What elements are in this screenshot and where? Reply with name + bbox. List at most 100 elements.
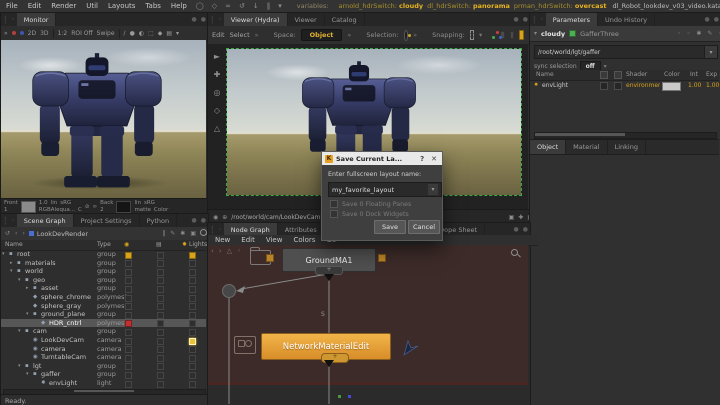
scene-graph-row[interactable]: ▸ ▪ asset group: [1, 284, 206, 293]
parameters-tab[interactable]: Parameters: [546, 13, 598, 26]
selection-mode-button[interactable]: [404, 30, 409, 41]
distant-node-blue[interactable]: [348, 395, 351, 398]
node-graph-menu-item[interactable]: Edit: [239, 236, 257, 244]
expander-icon[interactable]: ▸: [10, 259, 13, 268]
proxy-checkbox[interactable]: [157, 303, 164, 310]
space-mode-button[interactable]: Object: [301, 29, 343, 41]
proxy-checkbox[interactable]: [157, 295, 164, 302]
display-options-caret-icon[interactable]: ▾: [176, 30, 179, 37]
view-2d-button[interactable]: 2D: [28, 30, 36, 37]
translate-tool-icon[interactable]: ✚: [214, 70, 221, 79]
render-visibility-checkbox[interactable]: [125, 295, 132, 302]
annotate-circle-icon[interactable]: ◐: [139, 30, 144, 37]
col-shader-header[interactable]: Shader: [626, 71, 647, 78]
render-visibility-checkbox[interactable]: [125, 355, 132, 362]
light-link-checkbox[interactable]: [189, 372, 196, 379]
render-column-icon[interactable]: ◉: [124, 241, 129, 248]
param-toolbar-icon[interactable]: ✱: [695, 30, 702, 37]
select-menu[interactable]: Select: [230, 31, 250, 39]
exposure-value[interactable]: 1.00: [706, 82, 719, 89]
networkmaterialedit-output-port[interactable]: [378, 254, 386, 262]
render-visibility-checkbox[interactable]: [125, 286, 132, 293]
annotate-dot-icon[interactable]: ●: [130, 30, 135, 37]
proxy-checkbox[interactable]: [157, 363, 164, 370]
viewer-option-icon[interactable]: [510, 31, 515, 39]
scene-graph-row[interactable]: ▾ ▪ cam group: [1, 327, 206, 336]
refresh-icon[interactable]: ↺: [238, 2, 246, 10]
scene-graph-row[interactable]: ◉ LookDevCam camera: [1, 336, 206, 345]
light-link-checkbox[interactable]: [189, 320, 196, 327]
location-name[interactable]: sphere_chrome: [41, 293, 91, 302]
render-visibility-checkbox[interactable]: [125, 363, 132, 370]
node-graph-menu-item[interactable]: Colors: [291, 236, 317, 244]
download-icon[interactable]: ↓: [252, 2, 260, 10]
mute-checkbox[interactable]: [600, 82, 608, 90]
eye-icon[interactable]: ◉: [213, 214, 218, 221]
back-buffer-swatch[interactable]: [116, 201, 131, 213]
node-viewed-indicator[interactable]: [569, 30, 576, 37]
pane-menu-icon[interactable]: ◦: [9, 16, 17, 23]
lights-column-header[interactable]: Lights: [189, 241, 207, 248]
proxy-checkbox[interactable]: [157, 372, 164, 379]
pane-grip-icon[interactable]: ┆: [1, 16, 9, 24]
light-link-checkbox[interactable]: [189, 286, 196, 293]
pane-close-icon[interactable]: ●: [521, 226, 530, 233]
location-name[interactable]: world: [25, 267, 43, 276]
edit-icon[interactable]: ✎: [169, 230, 176, 237]
save-button[interactable]: Save: [374, 220, 406, 234]
crop-icon[interactable]: ⬚: [148, 30, 154, 37]
proxy-checkbox[interactable]: [157, 329, 164, 336]
render-visibility-checkbox[interactable]: [125, 269, 132, 276]
liveness-icon[interactable]: ↺: [4, 230, 11, 237]
param-toolbar-icon[interactable]: ✎: [706, 30, 713, 37]
pane-grip-icon[interactable]: ┆: [1, 217, 9, 225]
viewer-tab[interactable]: Viewer (Hydra): [224, 13, 288, 26]
select-tool-icon[interactable]: ►: [214, 52, 220, 61]
link-buffers-icon[interactable]: ∞: [93, 204, 98, 210]
nav-back-icon[interactable]: ‹: [211, 247, 214, 255]
location-name[interactable]: camera: [41, 345, 66, 354]
col-solo-header-icon[interactable]: [614, 71, 622, 79]
render-visibility-checkbox[interactable]: [125, 252, 132, 259]
look-through-icon[interactable]: ⊕: [222, 214, 227, 221]
render-visibility-checkbox[interactable]: [125, 303, 132, 310]
light-link-checkbox[interactable]: [189, 381, 196, 388]
pane-split-icon[interactable]: ●: [190, 217, 199, 224]
scene-graph-tab[interactable]: Python: [140, 214, 178, 227]
path-caret-button[interactable]: ▾: [704, 45, 718, 59]
nav-forward-icon[interactable]: ›: [219, 247, 222, 255]
render-visibility-checkbox[interactable]: [125, 260, 132, 267]
hexagon-icon[interactable]: ◇: [211, 2, 218, 10]
proxy-checkbox[interactable]: [157, 269, 164, 276]
gaffer-root-path-field[interactable]: /root/world/lgt/gaffer: [534, 45, 710, 59]
camera-settings-icon[interactable]: ▣: [509, 214, 515, 221]
rotate-tool-icon[interactable]: ◎: [214, 88, 221, 97]
compare-disabled-icon[interactable]: ⊘: [85, 204, 90, 210]
render-visibility-checkbox[interactable]: [125, 320, 132, 327]
snapping-caret-icon[interactable]: ▾: [479, 31, 482, 39]
node-graph-search-icon[interactable]: [511, 249, 520, 258]
intensity-value[interactable]: 1.00: [688, 82, 701, 89]
gaffer-section-tab[interactable]: Material: [566, 140, 607, 154]
edited-node-name[interactable]: cloudy: [541, 30, 565, 38]
pane-menu-icon[interactable]: ◦: [216, 16, 224, 23]
scene-graph-row[interactable]: ▾ ▪ gaffer group: [1, 370, 206, 379]
settings-icon[interactable]: ✱: [179, 230, 186, 237]
scene-graph-row[interactable]: ◉ TurntableCam camera: [1, 353, 206, 362]
col-exp-header[interactable]: Exp: [706, 71, 717, 78]
scene-graph-row[interactable]: ◆ sphere_gray polymesh: [1, 302, 206, 311]
gaffer-table-hscrollbar[interactable]: [534, 132, 717, 139]
exposure-value[interactable]: 1.0: [39, 200, 48, 207]
scene-graph-row[interactable]: ▸ ▪ materials group: [1, 259, 206, 268]
tab-monitor[interactable]: Monitor: [17, 13, 57, 26]
light-link-checkbox[interactable]: [189, 312, 196, 319]
menu-item[interactable]: Tabs: [143, 2, 163, 10]
node-graph-canvas[interactable]: ‹ › △ ◦ GroundMA1 + S NetworkMaterialEdi…: [208, 245, 528, 404]
light-link-checkbox[interactable]: [189, 346, 196, 353]
floating-panes-checkbox[interactable]: [330, 200, 338, 208]
pane-grip-icon[interactable]: ┆: [208, 226, 216, 234]
pane-split-icon[interactable]: ●: [190, 16, 199, 23]
light-name[interactable]: envLight: [542, 82, 568, 89]
render-visibility-checkbox[interactable]: [125, 381, 132, 388]
proxy-checkbox[interactable]: [157, 277, 164, 284]
